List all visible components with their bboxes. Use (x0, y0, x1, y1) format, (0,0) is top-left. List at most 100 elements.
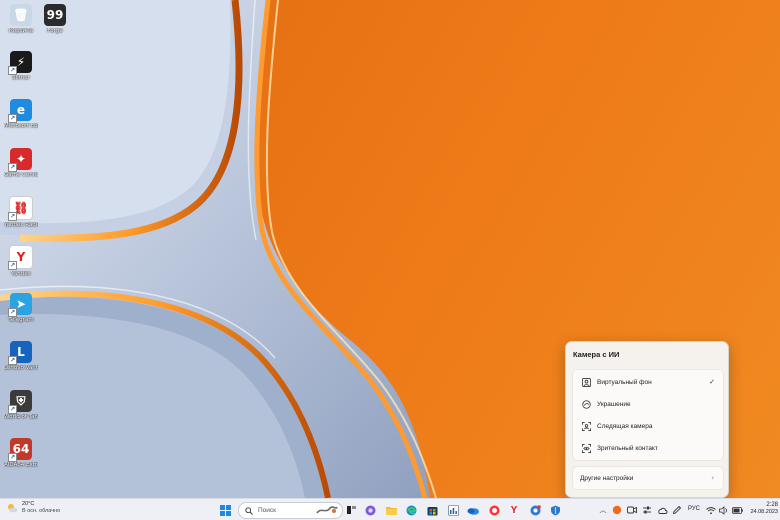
tray-app-icon (612, 505, 622, 515)
onedrive-icon (467, 507, 479, 515)
wifi-icon (706, 506, 716, 514)
start-button[interactable] (219, 504, 231, 516)
effect-beauty[interactable]: Украшение (573, 394, 723, 414)
desktop-icon-label: Slither (12, 75, 30, 81)
desktop-icon-world-of-tanks[interactable]: ⛨↗World of Tanks (4, 390, 38, 421)
effect-label: Зрительный контакт (597, 444, 658, 452)
shortcut-arrow-icon: ↗ (8, 356, 17, 365)
webcam-icon (627, 506, 637, 514)
more-settings-button[interactable]: Другие настройки › (572, 466, 724, 490)
shortcut-arrow-icon: ↗ (8, 66, 17, 75)
weather-condition: В осн. облачно (22, 508, 61, 514)
tracking-camera-icon (582, 421, 591, 431)
edge-icon (406, 505, 416, 515)
tray-cloud-button[interactable] (656, 504, 668, 516)
defender-icon (550, 505, 560, 515)
yandex-browser-icon (489, 505, 499, 515)
desktop-icon-forge[interactable]: 99 Forge (38, 4, 72, 35)
tray-camera-button[interactable] (626, 504, 638, 516)
effect-eye-contact[interactable]: Зрительный контакт (573, 438, 723, 458)
clock-date: 24.08.2023 (750, 509, 778, 515)
desktop-icon-yandex[interactable]: Y ↗ Yandex (4, 245, 38, 278)
search-highlight-icon (316, 506, 338, 514)
edge-button[interactable] (405, 504, 417, 516)
defender-button[interactable] (549, 504, 561, 516)
battery-button[interactable] (731, 504, 743, 516)
yandex-icon: Y (510, 504, 518, 516)
desktop-icon-aida64[interactable]: 64↗AIDA64 Extreme (4, 438, 38, 469)
effect-label: Виртуальный фон (597, 378, 652, 386)
desktop-icon-recycle-bin[interactable]: 🗑 Корзина (4, 4, 38, 35)
desktop-icon-yandex-radio[interactable]: ⛓ ↗ Yandex Radio (4, 196, 38, 229)
beauty-icon (582, 399, 591, 409)
telegram-glyph: ➤ (15, 297, 27, 311)
desktop-icon-telegram[interactable]: ➤ ↗ Telegram (4, 293, 38, 324)
yandex-radio-icon: ⛓ ↗ (8, 196, 33, 221)
widgets-button[interactable] (345, 504, 357, 516)
yandex-button[interactable]: Y (508, 504, 520, 516)
checkmark-icon: ✓ (709, 378, 715, 386)
camera-effects-flyout: Камера с ИИ Виртуальный фон ✓ Украшение … (565, 341, 729, 498)
chevron-up-icon: ︿ (599, 506, 607, 514)
desktop-icon-label: AIDA64 Extreme (4, 462, 38, 468)
desktop-icon-label: Yandex Radio (4, 222, 38, 228)
wifi-button[interactable] (705, 504, 717, 516)
more-settings-label: Другие настройки (580, 474, 634, 482)
effect-tracking-camera[interactable]: Следящая камера (573, 416, 723, 436)
taskbar-search[interactable]: Поиск (238, 502, 343, 519)
eye-contact-icon (582, 443, 591, 453)
partly-cloudy-icon (8, 504, 18, 513)
cloud-icon (657, 507, 667, 514)
world-of-tanks-glyph: ⛨ (16, 393, 26, 408)
desktop-icon-game-center[interactable]: ✦ ↗ Game Center (4, 148, 38, 179)
taskbar: 20°C В осн. облачно Поиск Y ︿ РУС 2:28 2… (0, 498, 780, 520)
world-of-tanks-icon: ⛨ ↗ (8, 390, 32, 414)
lenovo-vantage-icon: L ↗ (8, 341, 32, 365)
desktop-icon-label: Forge (47, 28, 63, 34)
yandex-glyph: Y (16, 250, 26, 264)
flyout-title: Камера с ИИ (573, 350, 620, 359)
widgets-icon (346, 506, 356, 514)
desktop-icon-label: Yandex (11, 271, 31, 277)
effect-virtual-background[interactable]: Виртуальный фон ✓ (573, 372, 723, 392)
effects-card: Виртуальный фон ✓ Украшение Следящая кам… (572, 369, 724, 461)
sliders-icon (643, 506, 651, 514)
copilot-icon (365, 505, 375, 515)
aida64-icon: 64 ↗ (8, 438, 32, 462)
slither-glyph: ⚡ (16, 55, 26, 69)
volume-button[interactable] (718, 504, 730, 516)
desktop-icon-label: World of Tanks (4, 414, 38, 420)
language-indicator[interactable]: РУС (688, 506, 700, 512)
slither-icon: ⚡ ↗ (8, 51, 32, 75)
file-explorer-button[interactable] (385, 504, 397, 516)
game-center-icon: ✦ ↗ (8, 148, 32, 172)
battery-icon (731, 506, 743, 514)
desktop-icon-label: Корзина (8, 28, 34, 34)
clock[interactable]: 2:28 24.08.2023 (748, 502, 778, 516)
weather-widget[interactable]: 20°C В осн. облачно (6, 501, 60, 515)
tray-pen-button[interactable] (671, 504, 683, 516)
store-button[interactable] (426, 504, 438, 516)
windows-logo-icon (219, 504, 231, 516)
tray-overflow-button[interactable]: ︿ (597, 504, 609, 516)
desktop-icon-label: Microsoft Edge (4, 123, 38, 129)
camera-app-button[interactable] (529, 504, 541, 516)
yandex-icon: Y ↗ (8, 245, 33, 270)
tray-app-button[interactable] (611, 504, 623, 516)
desktop-icon-label: Lenovo Vantage (4, 365, 38, 371)
tray-settings-button[interactable] (641, 504, 653, 516)
yandex-browser-button[interactable] (488, 504, 500, 516)
lenovo-vantage-glyph: L (17, 345, 25, 359)
weather-temperature: 20°C (22, 501, 35, 507)
search-icon (245, 506, 253, 515)
onedrive-button[interactable] (467, 504, 479, 516)
desktop-icon-slither[interactable]: ⚡ ↗ Slither (4, 51, 38, 82)
shortcut-arrow-icon: ↗ (8, 212, 17, 221)
desktop-icon-lenovo-vantage[interactable]: L↗Lenovo Vantage (4, 341, 38, 372)
desktop-icon-label: Telegram (8, 317, 34, 323)
forge-glyph: 99 (46, 8, 64, 22)
desktop-icon-microsoft-edge[interactable]: e↗Microsoft Edge (4, 99, 38, 130)
copilot-button[interactable] (364, 504, 376, 516)
task-manager-button[interactable] (447, 504, 459, 516)
game-center-glyph: ✦ (15, 152, 27, 166)
